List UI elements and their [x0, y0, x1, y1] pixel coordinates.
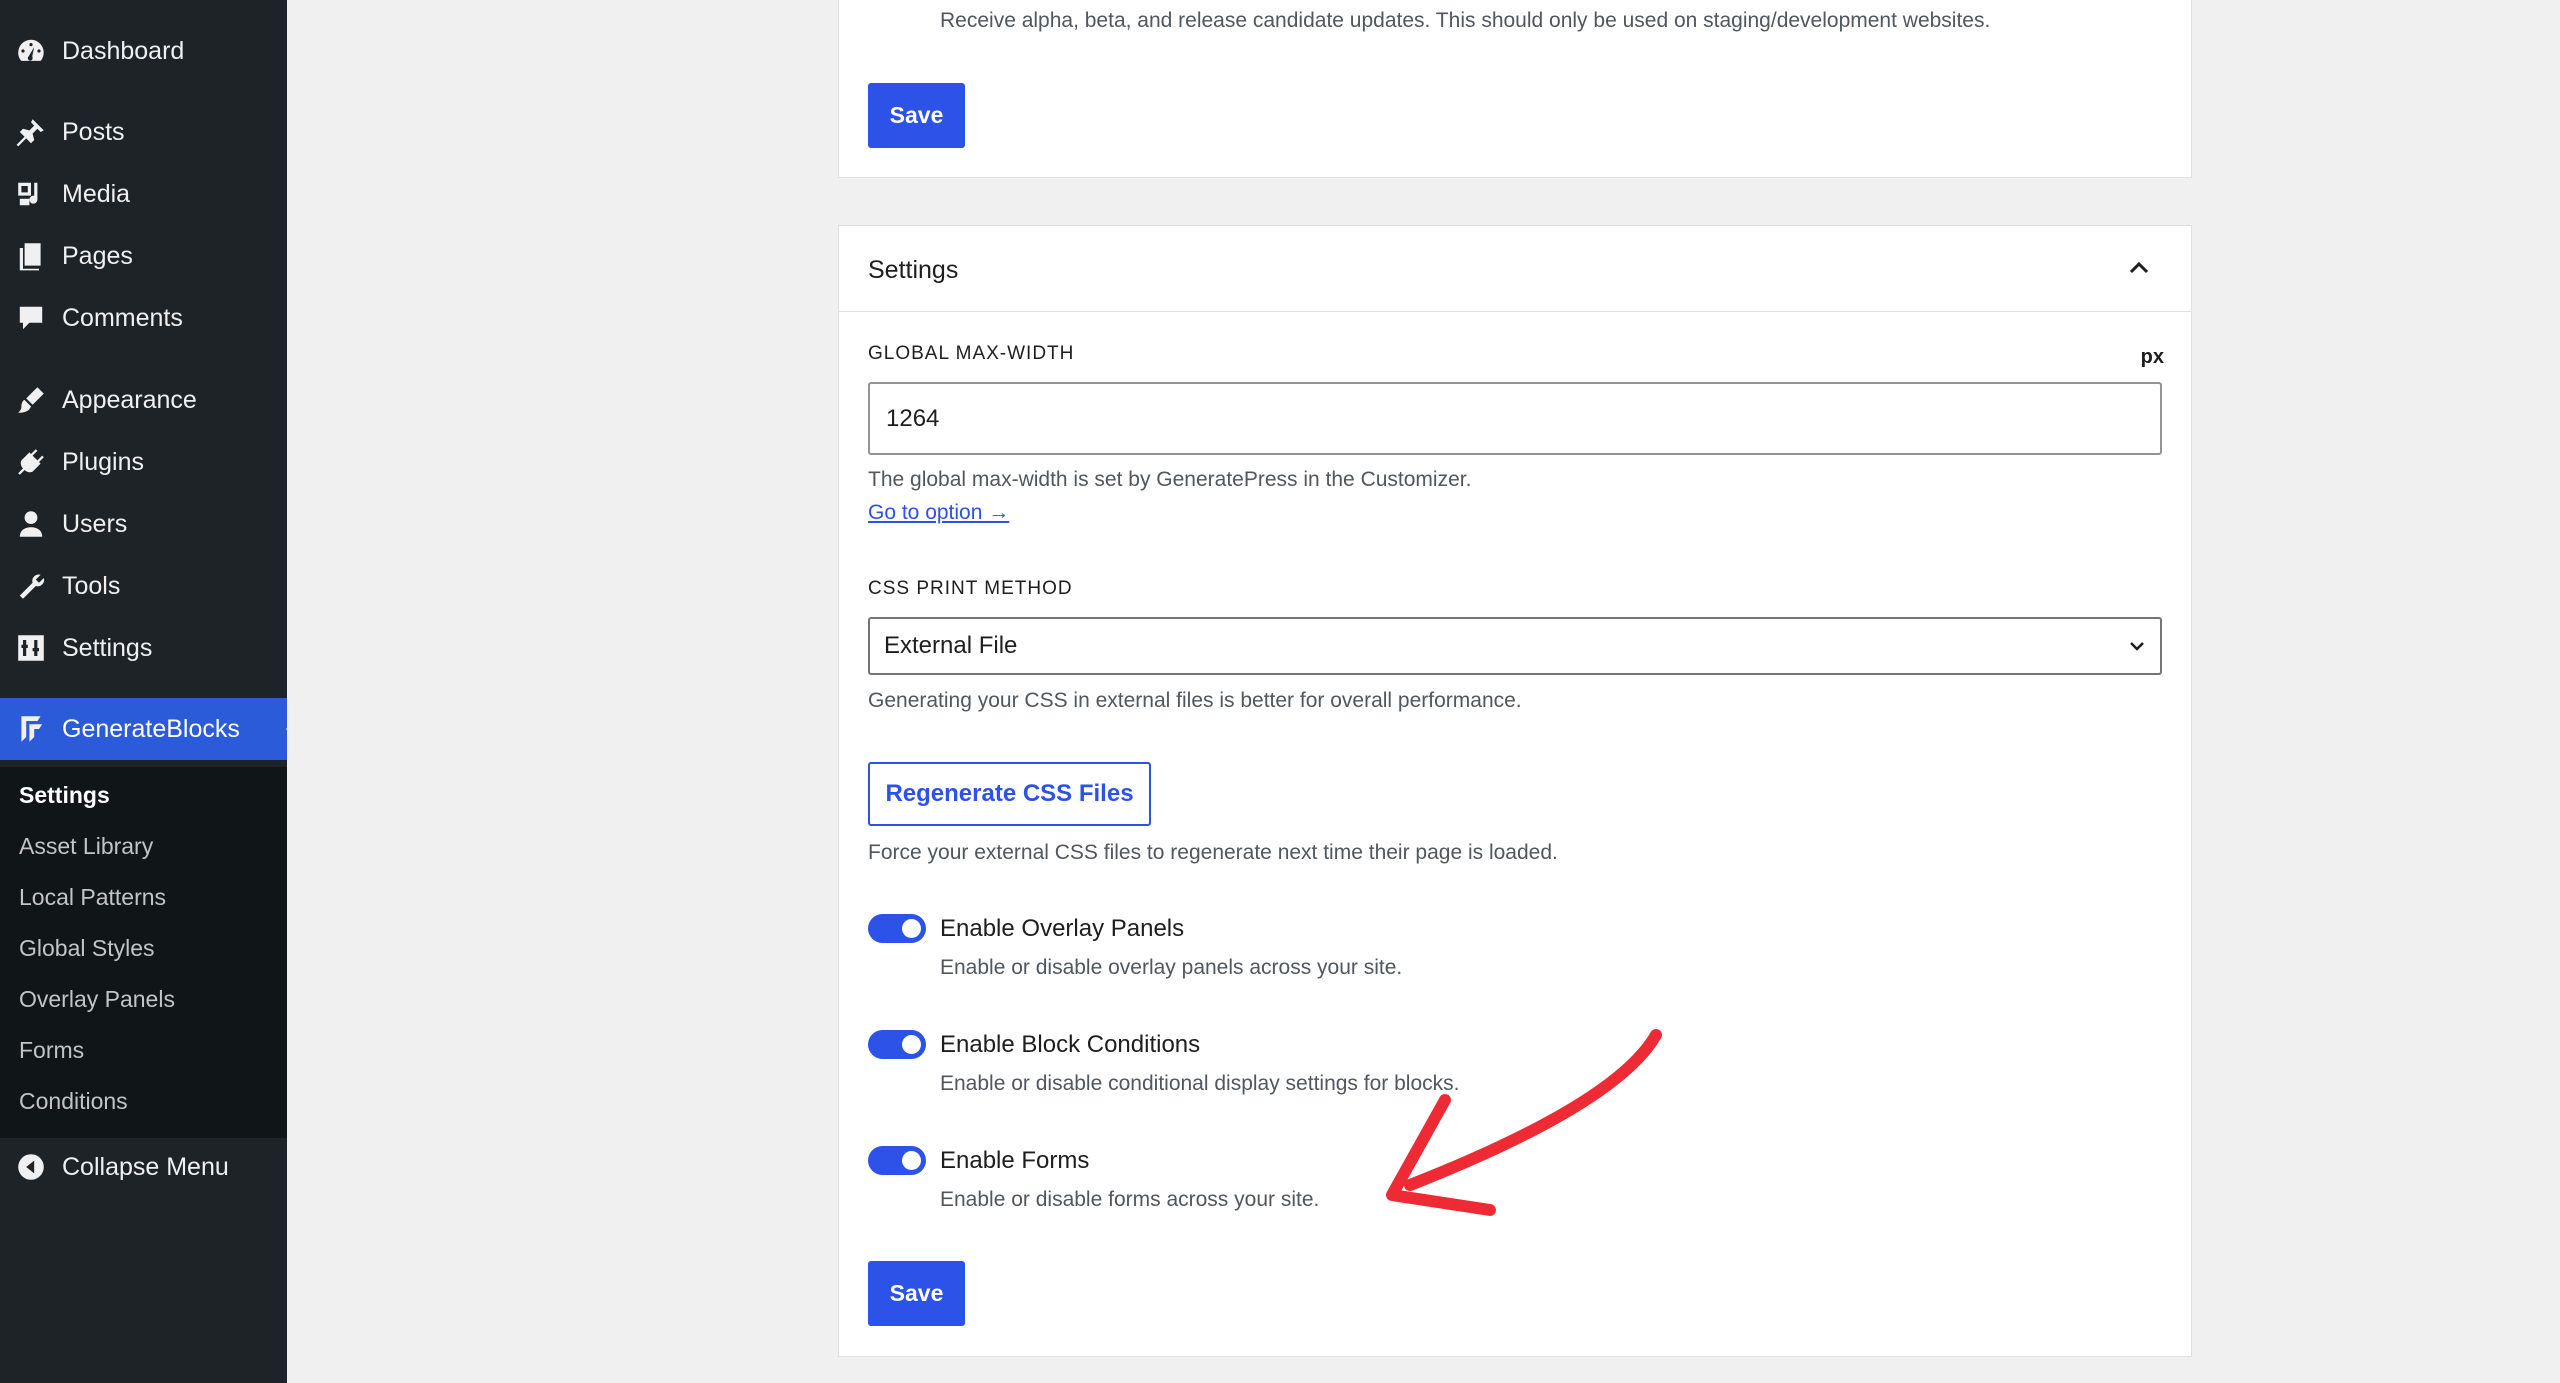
collapse-menu-label: Collapse Menu: [62, 1152, 229, 1181]
overlay-panels-toggle[interactable]: [868, 914, 926, 943]
brush-icon: [0, 371, 62, 429]
active-menu-pointer: [286, 714, 301, 744]
sidebar-item-pages[interactable]: Pages: [0, 227, 287, 285]
plugin-icon: [0, 433, 62, 491]
forms-label: Enable Forms: [940, 1147, 1090, 1174]
forms-help: Enable or disable forms across your site…: [940, 1188, 1320, 1211]
sidebar-item-comments[interactable]: Comments: [0, 289, 287, 347]
collapse-menu-button[interactable]: Collapse Menu: [0, 1138, 287, 1196]
sidebar-item-label: Comments: [62, 303, 183, 332]
generateblocks-icon: [0, 700, 62, 758]
sidebar-item-label: Plugins: [62, 447, 144, 476]
sidebar-item-label: Pages: [62, 241, 133, 270]
overlay-panels-help: Enable or disable overlay panels across …: [940, 956, 1403, 979]
max-width-help: The global max-width is set by GenerateP…: [868, 468, 1472, 491]
save-button[interactable]: Save: [868, 83, 965, 148]
submenu-item-conditions[interactable]: Conditions: [19, 1088, 128, 1115]
updates-card: Receive alpha, beta, and release candida…: [838, 0, 2192, 178]
user-icon: [0, 495, 62, 553]
overlay-panels-label: Enable Overlay Panels: [940, 915, 1185, 942]
block-conditions-help: Enable or disable conditional display se…: [940, 1072, 1460, 1095]
sidebar-item-label: Media: [62, 179, 131, 208]
toggle-knob: [902, 1035, 921, 1054]
css-print-method-select[interactable]: External File: [868, 617, 2162, 675]
submenu-item-overlay-panels[interactable]: Overlay Panels: [19, 986, 175, 1013]
toggle-knob: [902, 919, 921, 938]
forms-toggle[interactable]: [868, 1146, 926, 1175]
sidebar-item-label: Dashboard: [62, 36, 185, 65]
pages-icon: [0, 227, 62, 285]
sidebar-item-label: GenerateBlocks: [62, 714, 240, 743]
sidebar-item-media[interactable]: Media: [0, 165, 287, 223]
block-conditions-toggle[interactable]: [868, 1030, 926, 1059]
sidebar-item-appearance[interactable]: Appearance: [0, 371, 287, 429]
sidebar-item-plugins[interactable]: Plugins: [0, 433, 287, 491]
sidebar-item-generateblocks[interactable]: GenerateBlocks: [0, 698, 301, 760]
max-width-unit: px: [2140, 346, 2164, 368]
sidebar-item-posts[interactable]: Posts: [0, 103, 287, 161]
submenu-item-forms[interactable]: Forms: [19, 1037, 84, 1064]
pin-icon: [0, 103, 62, 161]
chevron-down-icon: [2130, 642, 2144, 651]
generateblocks-submenu: Settings Asset Library Local Patterns Gl…: [0, 767, 287, 1138]
save-settings-button[interactable]: Save: [868, 1261, 965, 1326]
sidebar-item-dashboard[interactable]: Dashboard: [0, 22, 287, 80]
comment-icon: [0, 289, 62, 347]
sidebar-item-label: Appearance: [62, 385, 197, 414]
css-print-method-value: External File: [884, 632, 1018, 659]
submenu-item-local-patterns[interactable]: Local Patterns: [19, 884, 166, 911]
sidebar-item-label: Settings: [62, 633, 153, 662]
settings-card-header[interactable]: Settings: [839, 226, 2191, 312]
toggle-knob: [902, 1151, 921, 1170]
media-icon: [0, 165, 62, 223]
dashboard-icon: [0, 22, 62, 80]
sidebar-item-label: Users: [62, 509, 128, 538]
beta-updates-description: Receive alpha, beta, and release candida…: [940, 9, 1991, 32]
regenerate-css-button[interactable]: Regenerate CSS Files: [868, 762, 1151, 826]
submenu-item-global-styles[interactable]: Global Styles: [19, 935, 155, 962]
css-print-method-label: CSS PRINT METHOD: [868, 578, 1073, 599]
sidebar-item-users[interactable]: Users: [0, 495, 287, 553]
sidebar-item-settings[interactable]: Settings: [0, 619, 287, 677]
sidebar-item-label: Tools: [62, 571, 121, 600]
max-width-input[interactable]: 1264: [868, 382, 2162, 455]
submenu-item-settings[interactable]: Settings: [19, 782, 110, 809]
block-conditions-label: Enable Block Conditions: [940, 1031, 1201, 1058]
collapse-arrow-icon: [0, 1138, 62, 1196]
submenu-item-asset-library[interactable]: Asset Library: [19, 833, 153, 860]
regenerate-css-help: Force your external CSS files to regener…: [868, 841, 1558, 864]
max-width-label: GLOBAL MAX-WIDTH: [868, 343, 1075, 364]
sidebar-item-tools[interactable]: Tools: [0, 557, 287, 615]
sidebar-item-label: Posts: [62, 117, 125, 146]
css-print-method-help: Generating your CSS in external files is…: [868, 689, 1522, 712]
settings-card-title: Settings: [868, 256, 959, 284]
admin-sidebar: Dashboard Posts Media Pages Comments App…: [0, 0, 301, 1383]
sliders-icon: [0, 619, 62, 677]
chevron-up-icon[interactable]: [2127, 258, 2151, 278]
settings-card: Settings GLOBAL MAX-WIDTH px 1264 The gl…: [838, 225, 2192, 1357]
wrench-icon: [0, 557, 62, 615]
go-to-option-link[interactable]: Go to option →: [868, 501, 1009, 525]
